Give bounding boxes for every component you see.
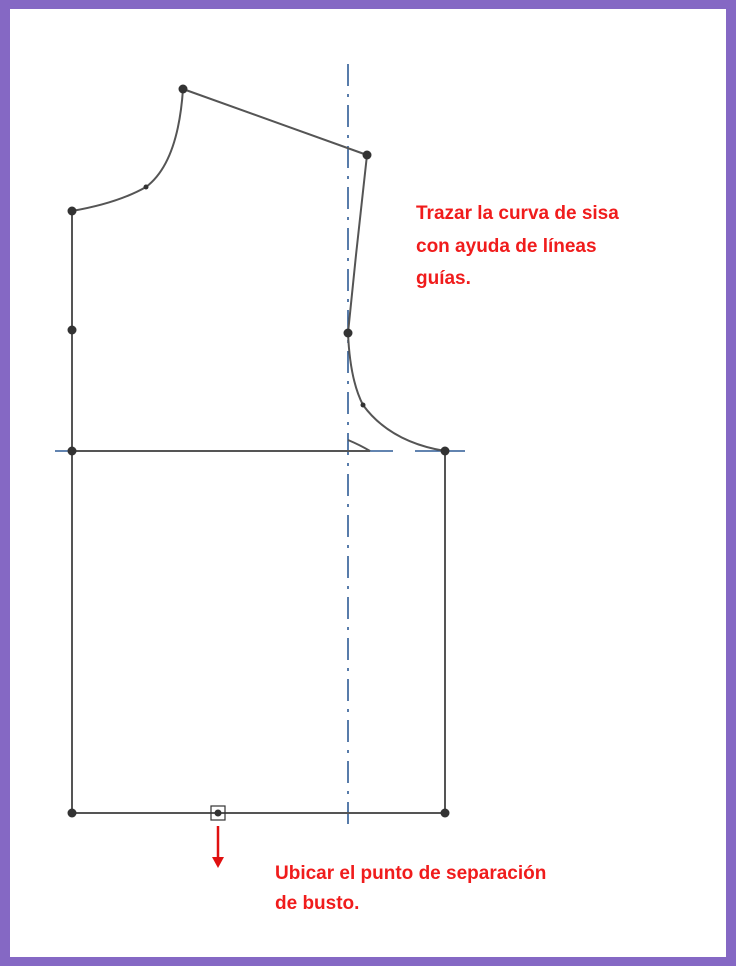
upper-armhole-line [347,154,368,334]
armhole-annotation-line-1: Trazar la curva de sisa [416,203,619,224]
bust-point-annotation: Ubicar el punto de separación de busto. [275,859,546,919]
bodice-pattern-diagram [55,64,468,868]
waist-center-point [67,808,77,818]
armhole-curve-guide-point [360,402,366,408]
neck-curve-guide-point [143,184,149,190]
center-front-neck-point [67,206,77,216]
red-arrow-head [212,857,224,868]
bust-annotation-line-1: Ubicar el punto de separación [275,863,547,884]
bust-separation-point [214,809,222,817]
armhole-annotation-line-2: con ayuda de líneas [416,235,597,257]
armhole-annotation-line-3: guías. [416,268,471,289]
neckline-curve [71,88,184,212]
underarm-point [440,446,450,456]
bust-line-center-point [67,446,77,456]
armhole-curve [347,332,446,452]
armhole-mid-point [343,328,353,338]
armhole-annotation: Trazar la curva de sisa con ayuda de lín… [416,198,619,296]
waist-side-point [440,808,450,818]
center-front-mid-point [67,325,77,335]
bust-annotation-line-2: de busto. [275,893,360,914]
bust-line-stub [72,439,371,452]
shoulder-neck-point [178,84,188,94]
shoulder-tip-point [362,150,372,160]
shoulder-line [182,88,368,156]
